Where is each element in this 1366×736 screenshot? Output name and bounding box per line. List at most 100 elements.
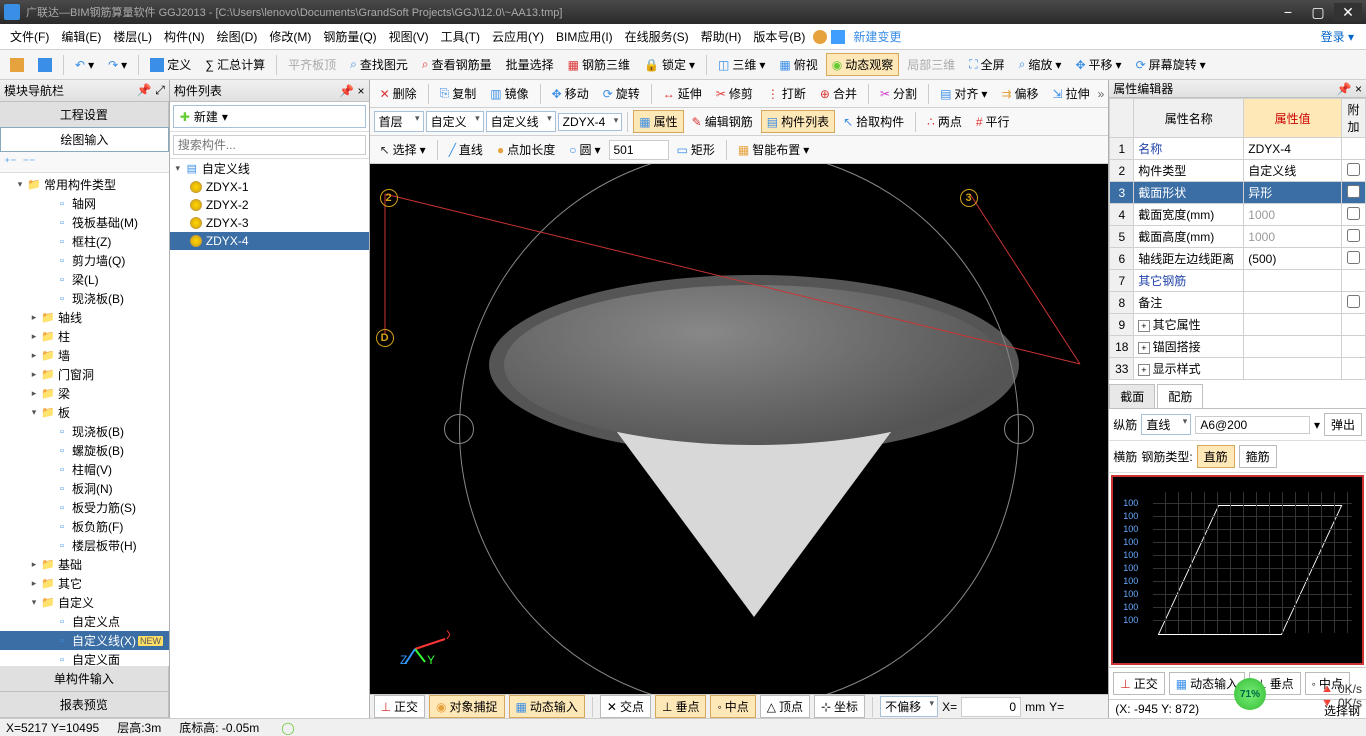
sit-toggle[interactable]: ⊹ 坐标 — [814, 695, 865, 718]
undo-button[interactable]: ↶▾ — [69, 55, 100, 75]
property-row[interactable]: 8备注 — [1110, 292, 1366, 314]
tree-node[interactable]: ▫剪力墙(Q) — [0, 251, 169, 270]
property-row[interactable]: 2构件类型自定义线 — [1110, 160, 1366, 182]
tree-node[interactable]: ▫螺旋板(B) — [0, 441, 169, 460]
close-button[interactable]: ✕ — [1334, 3, 1362, 21]
menu-bim[interactable]: BIM应用(I) — [550, 25, 619, 49]
expand-icon[interactable]: ⁺⁻ — [4, 155, 17, 169]
menu-cloud[interactable]: 云应用(Y) — [486, 25, 550, 49]
osnap-toggle[interactable]: ◉对象捕捉 — [429, 695, 505, 718]
split-button[interactable]: ✂分割 — [874, 82, 923, 105]
complist-button[interactable]: ▤构件列表 — [761, 110, 835, 133]
open-button[interactable] — [4, 55, 30, 75]
mirror-button[interactable]: ▥镜像 — [484, 82, 534, 105]
tree-node[interactable]: ▫板负筋(F) — [0, 517, 169, 536]
attr-button[interactable]: ▦属性 — [633, 110, 683, 133]
twopt-button[interactable]: ∴两点 — [921, 110, 968, 133]
coin-icon[interactable] — [813, 30, 827, 44]
tree-node[interactable]: ▫自定义线(X)NEW — [0, 631, 169, 650]
component-item[interactable]: ZDYX-4 — [170, 232, 369, 250]
prop-pin-icon[interactable]: 📌 × — [1337, 82, 1362, 96]
property-row[interactable]: 18+锚固搭接 — [1110, 336, 1366, 358]
smart-button[interactable]: ▦智能布置▾ — [732, 138, 815, 161]
viewport-3d[interactable]: 2 3 D X Y Z — [370, 164, 1109, 694]
sum-button[interactable]: ∑ 汇总计算 — [199, 53, 271, 76]
tree-node[interactable]: ▫现浇板(B) — [0, 289, 169, 308]
comp-pin-icon[interactable]: 📌 × — [339, 84, 364, 98]
circle-value-input[interactable] — [609, 140, 669, 160]
delete-button[interactable]: ✕删除 — [374, 82, 423, 105]
orbit-handle-right[interactable] — [1004, 414, 1034, 444]
rotate-button[interactable]: ⟳旋转 — [597, 82, 646, 105]
zoom-button[interactable]: ⌕缩放▾ — [1013, 53, 1068, 76]
menu-view[interactable]: 视图(V) — [383, 25, 435, 49]
perf-badge[interactable]: 71% — [1234, 678, 1266, 710]
tree-node[interactable]: ▸📁轴线 — [0, 308, 169, 327]
move-button[interactable]: ✥移动 — [546, 82, 595, 105]
menu-newchange[interactable]: 新建变更 — [847, 25, 907, 49]
orbit-handle-left[interactable] — [444, 414, 474, 444]
property-row[interactable]: 6轴线距左边线距离(500) — [1110, 248, 1366, 270]
menu-online[interactable]: 在线服务(S) — [619, 25, 695, 49]
ortho-toggle[interactable]: ⊥正交 — [374, 695, 425, 718]
property-row[interactable]: 7其它钢筋 — [1110, 270, 1366, 292]
zdyx-dropdown[interactable]: ZDYX-4 — [558, 113, 623, 131]
perp-toggle[interactable]: ⊥ 垂点 — [655, 695, 706, 718]
menu-version[interactable]: 版本号(B) — [747, 25, 811, 49]
tab-rebar[interactable]: 配筋 — [1157, 384, 1203, 408]
define-button[interactable]: 定义 — [144, 53, 197, 76]
menu-help[interactable]: 帮助(H) — [695, 25, 748, 49]
comp-root[interactable]: ▾ ▤ 自定义线 — [170, 159, 369, 178]
property-row[interactable]: 1名称ZDYX-4 — [1110, 138, 1366, 160]
lock-button[interactable]: 🔒锁定▾ — [638, 53, 701, 76]
ptlen-button[interactable]: ●点加长度 — [491, 138, 561, 161]
tab-section[interactable]: 截面 — [1109, 384, 1155, 408]
trim-button[interactable]: ✂修剪 — [710, 82, 759, 105]
tree-node[interactable]: ▫梁(L) — [0, 270, 169, 289]
tab-report[interactable]: 报表预览 — [0, 692, 169, 717]
menu-floor[interactable]: 楼层(L) — [107, 25, 158, 49]
menu-edit[interactable]: 编辑(E) — [55, 25, 107, 49]
fullscreen-button[interactable]: ⛶全屏 — [963, 53, 1010, 76]
dyninput-toggle[interactable]: ▦动态输入 — [509, 695, 585, 718]
tree-node[interactable]: ▫框柱(Z) — [0, 232, 169, 251]
tree-node[interactable]: ▫柱帽(V) — [0, 460, 169, 479]
tab-single-input[interactable]: 单构件输入 — [0, 666, 169, 691]
tree-node[interactable]: ▫自定义点 — [0, 612, 169, 631]
viewrebar-button[interactable]: ⌕查看钢筋量 — [416, 53, 498, 76]
tree-node[interactable]: ▸📁柱 — [0, 327, 169, 346]
break-button[interactable]: ⋮打断 — [761, 82, 812, 105]
component-item[interactable]: ZDYX-2 — [170, 196, 369, 214]
floor-dropdown[interactable]: 首层 — [374, 111, 424, 132]
component-item[interactable]: ZDYX-3 — [170, 214, 369, 232]
tab-project-settings[interactable]: 工程设置 — [0, 102, 169, 127]
property-row[interactable]: 9+其它属性 — [1110, 314, 1366, 336]
rect-button[interactable]: ▭矩形 — [671, 138, 721, 161]
offset-button[interactable]: ⇉偏移 — [995, 82, 1044, 105]
apex-toggle[interactable]: △ 顶点 — [760, 695, 810, 718]
collapse-icon[interactable]: ⁻⁻ — [23, 155, 36, 169]
pick-button[interactable]: ↖拾取构件 — [837, 110, 910, 133]
menu-component[interactable]: 构件(N) — [158, 25, 211, 49]
align-button[interactable]: ▤对齐▾ — [934, 82, 993, 105]
property-row[interactable]: 5截面高度(mm)1000 — [1110, 226, 1366, 248]
findpic-button[interactable]: ⌕查找图元 — [344, 53, 414, 76]
custom-dropdown[interactable]: 自定义 — [426, 111, 484, 132]
tree-node[interactable]: ▫板受力筋(S) — [0, 498, 169, 517]
screenrot-button[interactable]: ⟳屏幕旋转▾ — [1130, 53, 1212, 76]
tree-node[interactable]: ▸📁门窗洞 — [0, 365, 169, 384]
menu-modify[interactable]: 修改(M) — [263, 25, 317, 49]
tree-node[interactable]: ▸📁其它 — [0, 574, 169, 593]
more-icon[interactable]: » — [1098, 87, 1105, 101]
tree-node[interactable]: ▫楼层板带(H) — [0, 536, 169, 555]
tree-node[interactable]: ▾📁板 — [0, 403, 169, 422]
merge-button[interactable]: ⊕合并 — [814, 82, 863, 105]
tab-draw-input[interactable]: 绘图输入 — [0, 127, 169, 152]
popout-button[interactable]: 弹出 — [1324, 413, 1362, 436]
circle-button[interactable]: ○圆▾ — [563, 138, 606, 161]
line-button[interactable]: ╱直线 — [443, 138, 489, 161]
component-item[interactable]: ZDYX-1 — [170, 178, 369, 196]
cross-toggle[interactable]: ✕ 交点 — [600, 695, 651, 718]
x-input[interactable] — [961, 697, 1021, 717]
tree-node[interactable]: ▸📁梁 — [0, 384, 169, 403]
